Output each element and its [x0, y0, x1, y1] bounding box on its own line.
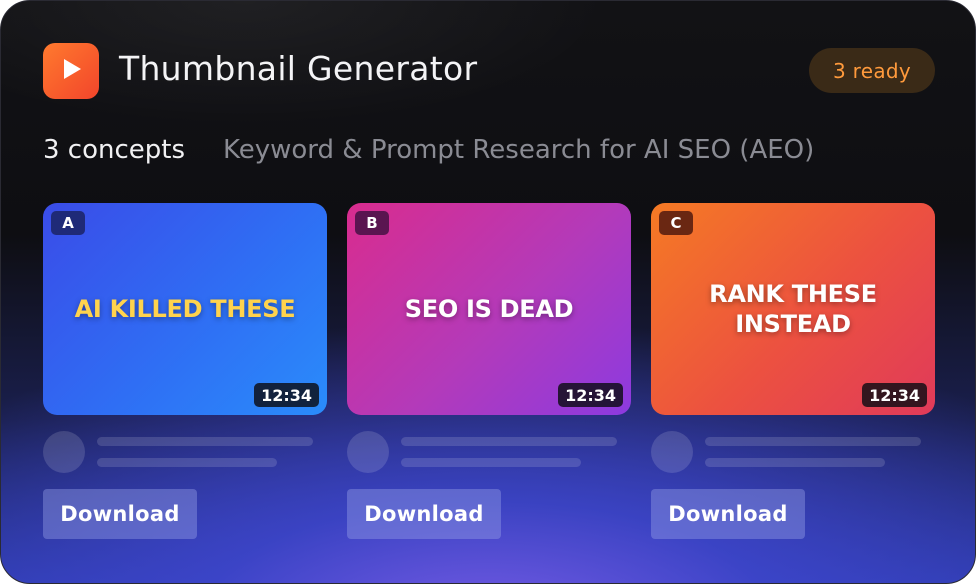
thumbnail-generator-window: Thumbnail Generator 3 ready 3 concepts K…	[0, 0, 976, 584]
thumbnail-card-a[interactable]: A AI KILLED THESE 12:34	[43, 203, 327, 415]
video-duration: 12:34	[558, 383, 623, 407]
avatar-placeholder	[347, 431, 389, 473]
thumbnail-card-b[interactable]: B SEO IS DEAD 12:34	[347, 203, 631, 415]
thumbnail-card-c[interactable]: C RANK THESE INSTEAD 12:34	[651, 203, 935, 415]
avatar-placeholder	[43, 431, 85, 473]
video-duration: 12:34	[254, 383, 319, 407]
video-duration: 12:34	[862, 383, 927, 407]
subtitle-line-placeholder	[401, 458, 581, 467]
title-line-placeholder	[97, 437, 313, 446]
download-button-b[interactable]: Download	[347, 489, 501, 539]
app-title: Thumbnail Generator	[119, 49, 478, 88]
play-icon	[58, 56, 84, 86]
avatar-placeholder	[651, 431, 693, 473]
video-meta-placeholder	[347, 431, 631, 475]
subtitle-line-placeholder	[705, 458, 885, 467]
topic-title: Keyword & Prompt Research for AI SEO (AE…	[223, 135, 815, 165]
video-meta-placeholder	[651, 431, 935, 475]
title-line-placeholder	[705, 437, 921, 446]
status-badge: 3 ready	[809, 48, 935, 93]
app-logo	[43, 43, 99, 99]
download-button-a[interactable]: Download	[43, 489, 197, 539]
title-line-placeholder	[401, 437, 617, 446]
video-meta-placeholder	[43, 431, 327, 475]
subtitle-line-placeholder	[97, 458, 277, 467]
download-button-c[interactable]: Download	[651, 489, 805, 539]
concepts-count: 3 concepts	[43, 135, 186, 165]
